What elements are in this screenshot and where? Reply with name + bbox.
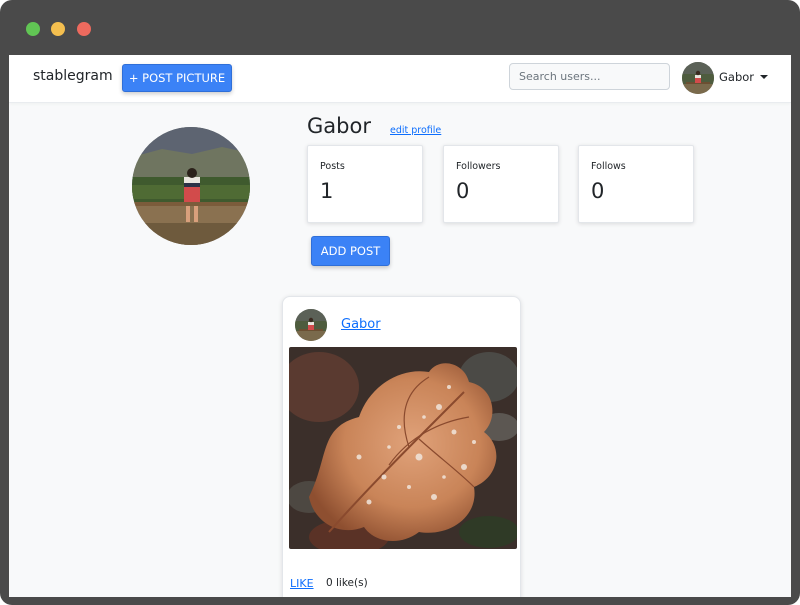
stat-value: 0: [456, 179, 470, 203]
user-menu-label: Gabor: [719, 70, 755, 84]
profile-image: [132, 127, 250, 245]
like-button[interactable]: LIKE: [290, 577, 314, 590]
window-close-button[interactable]: [77, 22, 91, 36]
browser-window: stablegram + POST PICTURE Gabor: [0, 0, 800, 605]
window-maximize-button[interactable]: [26, 22, 40, 36]
user-menu-dropdown[interactable]: Gabor: [719, 70, 769, 84]
page-viewport: stablegram + POST PICTURE Gabor: [9, 55, 791, 597]
profile-photo: [132, 127, 250, 245]
stat-card-posts: Posts 1: [307, 145, 423, 223]
search-users-input[interactable]: [509, 63, 670, 90]
stat-card-followers: Followers 0: [443, 145, 559, 223]
nav-avatar[interactable]: [682, 62, 714, 94]
top-navbar: stablegram + POST PICTURE Gabor: [9, 55, 791, 103]
stat-label: Posts: [320, 161, 345, 172]
post-author-link[interactable]: Gabor: [341, 317, 381, 332]
stat-label: Followers: [456, 161, 501, 172]
profile-username: Gabor: [307, 114, 371, 138]
leaf-photo: [289, 347, 517, 549]
post-author-avatar[interactable]: [295, 309, 327, 341]
stat-value: 1: [320, 179, 334, 203]
stat-card-follows: Follows 0: [578, 145, 694, 223]
caret-down-icon: [760, 75, 769, 79]
post-image: [289, 347, 517, 549]
avatar-image: [682, 62, 714, 94]
stat-label: Follows: [591, 161, 626, 172]
edit-profile-link[interactable]: edit profile: [390, 125, 441, 136]
window-minimize-button[interactable]: [51, 22, 65, 36]
avatar-image: [295, 309, 327, 341]
add-post-button[interactable]: ADD POST: [311, 236, 390, 266]
brand-logo[interactable]: stablegram: [33, 68, 113, 84]
post-card: Gabor LIKE 0 like(s): [282, 296, 521, 597]
post-picture-button[interactable]: + POST PICTURE: [122, 64, 232, 92]
like-count: 0 like(s): [326, 577, 368, 589]
stat-value: 0: [591, 179, 605, 203]
